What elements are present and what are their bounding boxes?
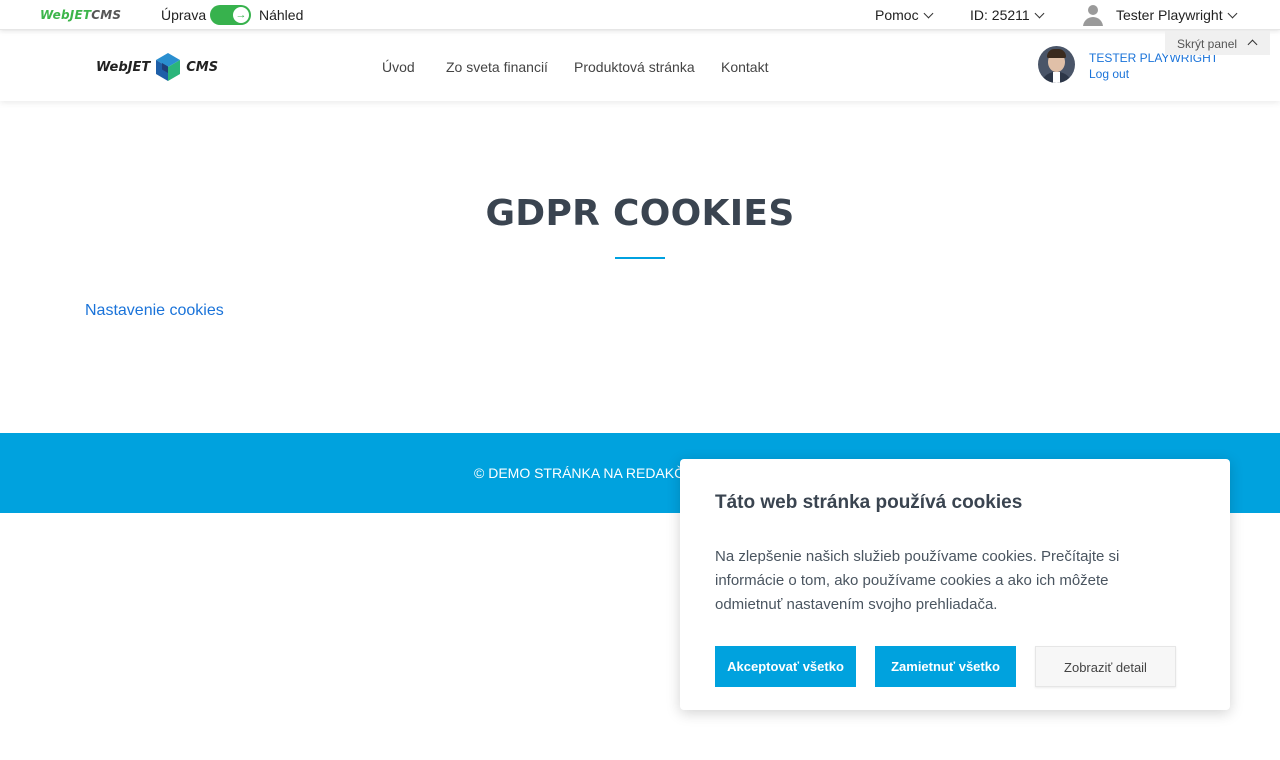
show-detail-button[interactable]: Zobraziť detail bbox=[1035, 646, 1176, 687]
user-name-label: Tester Playwright bbox=[1116, 7, 1223, 23]
webjet-admin-logo[interactable]: WebJETCMS bbox=[40, 8, 121, 22]
chevron-up-icon bbox=[1247, 39, 1258, 50]
profile-avatar[interactable] bbox=[1038, 46, 1075, 83]
page-title: GDPR COOKIES bbox=[485, 193, 795, 234]
site-logo-right-text: CMS bbox=[186, 59, 219, 75]
chevron-down-icon bbox=[1034, 8, 1045, 18]
preview-mode-label: Náhled bbox=[259, 7, 304, 23]
arrow-right-icon: → bbox=[233, 7, 249, 23]
cookie-consent-dialog: Táto web stránka používá cookies Na zlep… bbox=[680, 459, 1230, 710]
admin-toolbar: WebJETCMS Úprava → Náhled Pomoc ID: 2521… bbox=[0, 0, 1280, 30]
accept-all-button[interactable]: Akceptovať všetko bbox=[715, 646, 856, 687]
site-header: WebJET CMS Úvod Zo sveta financií Produk… bbox=[0, 31, 1280, 101]
title-divider bbox=[615, 257, 665, 259]
cube-logo-icon bbox=[156, 53, 181, 81]
nav-link-produkt[interactable]: Produktová stránka bbox=[574, 59, 695, 75]
logo-text-gray: CMS bbox=[91, 8, 122, 22]
chevron-down-icon bbox=[923, 8, 934, 18]
edit-mode-label: Úprava bbox=[161, 7, 207, 23]
page-id-label: ID: 25211 bbox=[970, 7, 1030, 23]
site-logo-left-text: WebJET bbox=[96, 59, 151, 75]
cookie-settings-link[interactable]: Nastavenie cookies bbox=[85, 302, 224, 320]
page-id-dropdown[interactable]: ID: 25211 bbox=[970, 7, 1045, 23]
help-label: Pomoc bbox=[875, 7, 919, 23]
user-dropdown[interactable]: Tester Playwright bbox=[1082, 4, 1238, 26]
nav-link-financie[interactable]: Zo sveta financií bbox=[446, 59, 548, 75]
hide-panel-label: Skrýt panel bbox=[1177, 37, 1238, 51]
nav-link-kontakt[interactable]: Kontakt bbox=[721, 59, 768, 75]
cookie-dialog-title: Táto web stránka používá cookies bbox=[715, 492, 1023, 513]
logo-text-green: WebJET bbox=[40, 8, 92, 22]
logout-link[interactable]: Log out bbox=[1089, 67, 1129, 81]
hide-panel-button[interactable]: Skrýt panel bbox=[1165, 31, 1270, 55]
nav-link-uvod[interactable]: Úvod bbox=[382, 59, 415, 75]
reject-all-button[interactable]: Zamietnuť všetko bbox=[875, 646, 1016, 687]
help-dropdown[interactable]: Pomoc bbox=[875, 7, 934, 23]
user-avatar-icon bbox=[1082, 4, 1104, 26]
cookie-dialog-text: Na zlepšenie našich služieb používame co… bbox=[715, 548, 1120, 613]
edit-preview-toggle[interactable]: → bbox=[210, 5, 251, 25]
chevron-down-icon bbox=[1227, 8, 1238, 18]
site-logo[interactable]: WebJET CMS bbox=[96, 53, 218, 81]
